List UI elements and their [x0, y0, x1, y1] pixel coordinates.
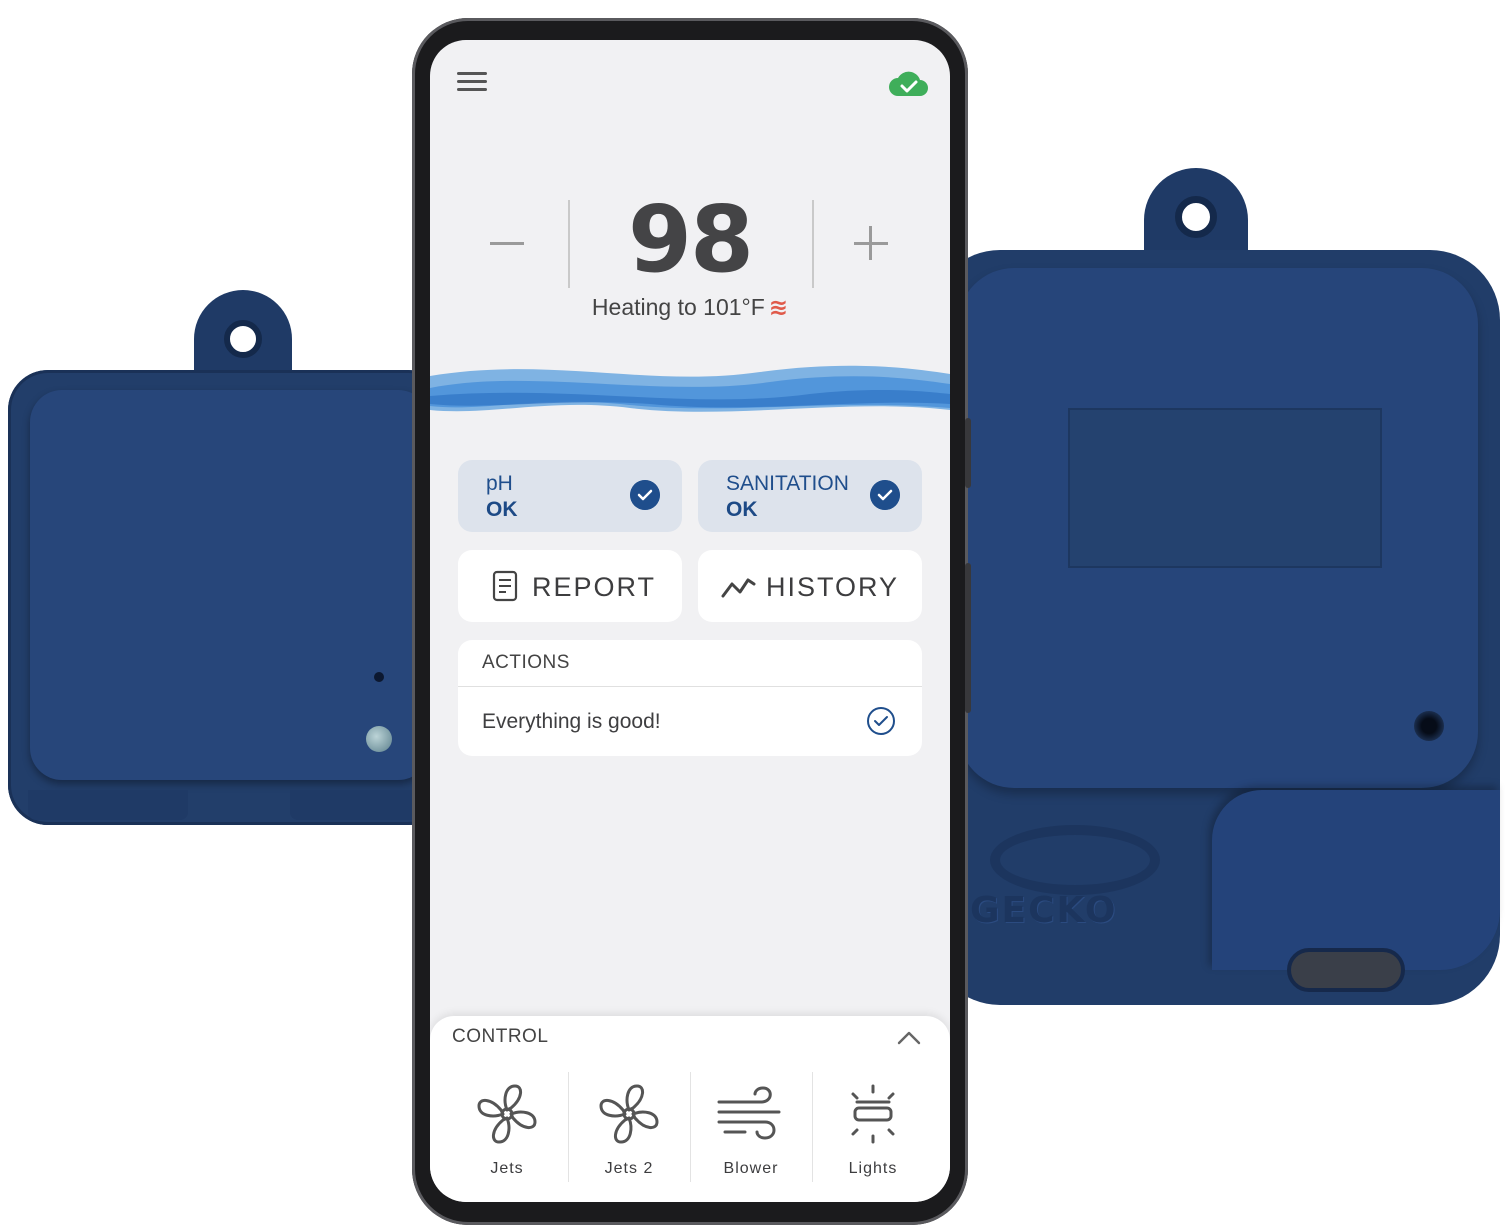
report-label: REPORT [532, 572, 657, 602]
hamburger-menu-icon[interactable] [457, 72, 487, 94]
history-trend-icon [721, 578, 756, 598]
light-icon [851, 1084, 895, 1144]
check-circle-icon [630, 480, 660, 510]
right-hardware-module: GECKO [930, 168, 1500, 1006]
status-led [366, 726, 392, 752]
wind-icon [717, 1086, 781, 1140]
history-label: HISTORY [766, 572, 900, 602]
fan-icon [599, 1084, 659, 1144]
decrease-temperature-button[interactable] [488, 218, 528, 258]
control-label: Lights [848, 1160, 898, 1177]
control-label: Jets 2 [604, 1160, 654, 1177]
mounting-hole [1175, 196, 1217, 238]
brand-logo: GECKO [970, 890, 1118, 931]
module-body [8, 370, 448, 825]
report-document-icon [492, 570, 518, 602]
control-blower[interactable]: Blower [691, 1072, 811, 1188]
water-wave-graphic [430, 365, 950, 412]
history-button[interactable]: HISTORY [698, 550, 922, 622]
control-jets-2[interactable]: Jets 2 [569, 1072, 689, 1188]
heating-status-text: Heating to 101°F [591, 294, 765, 320]
screw [1414, 711, 1444, 741]
ph-label: pH [486, 472, 513, 495]
control-header: CONTROL [452, 1026, 549, 1047]
phone-side-button [965, 563, 971, 713]
heat-icon: ≋ [768, 294, 789, 320]
check-circle-outline-icon [867, 707, 895, 735]
control-jets[interactable]: Jets [447, 1072, 567, 1188]
actions-panel: ACTIONS Everything is good! [458, 640, 922, 756]
chevron-up-icon[interactable] [896, 1030, 922, 1046]
module-foot [28, 790, 188, 820]
module-cover [958, 268, 1478, 788]
ph-value: OK [486, 498, 518, 521]
module-body: GECKO [930, 250, 1500, 1005]
control-label: Blower [723, 1160, 779, 1177]
actions-header: ACTIONS [482, 652, 570, 673]
phone-screen: 98 Heating to 101°F ≋ pH OK SANITATION OK [430, 40, 950, 1202]
sanitation-status-card[interactable]: SANITATION OK [698, 460, 922, 532]
sanitation-value: OK [726, 498, 758, 521]
sanitation-label: SANITATION [726, 472, 849, 495]
fan-icon [477, 1084, 537, 1144]
report-button[interactable]: REPORT [458, 550, 682, 622]
label-window [1068, 408, 1382, 568]
module-cover [30, 390, 430, 780]
increase-temperature-button[interactable] [850, 218, 890, 260]
mounting-hole [224, 320, 262, 358]
gecko-logo-icon [990, 825, 1160, 895]
connector-slot [1287, 948, 1405, 992]
control-panel: CONTROL Jets Jets 2 Blower Lights [430, 1016, 950, 1202]
check-circle-icon [870, 480, 900, 510]
ph-status-card[interactable]: pH OK [458, 460, 682, 532]
module-step [1212, 790, 1500, 970]
actions-message: Everything is good! [482, 710, 661, 733]
current-temperature: 98 [627, 186, 754, 293]
heating-status: Heating to 101°F ≋ [430, 294, 950, 321]
control-label: Jets [490, 1160, 524, 1177]
divider [458, 686, 922, 687]
phone-side-button [965, 418, 971, 488]
pinhole [374, 672, 384, 682]
divider [812, 200, 814, 288]
control-lights[interactable]: Lights [813, 1072, 933, 1188]
left-hardware-module [8, 290, 448, 825]
cloud-connected-icon [889, 71, 928, 96]
